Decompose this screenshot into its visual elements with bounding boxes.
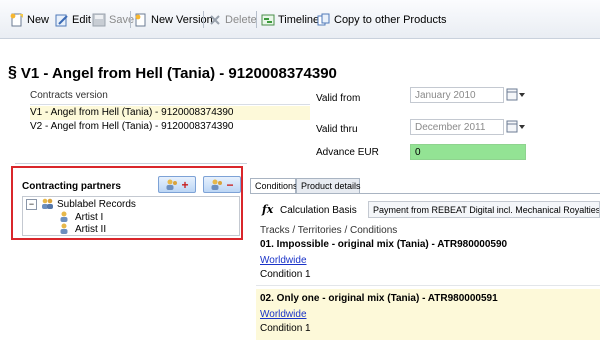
new-version-button[interactable]: New Version (134, 11, 213, 29)
new-button[interactable]: New (10, 11, 49, 29)
delete-button-label: Delete (225, 14, 257, 26)
copy-to-products-button[interactable]: Copy to other Products (317, 11, 447, 29)
valid-from-field[interactable]: January 2010 (410, 87, 504, 103)
divider (256, 285, 600, 286)
contracts-version-header: Contracts version (30, 88, 310, 105)
remove-partner-button[interactable]: − (203, 176, 241, 193)
advance-eur-label: Advance EUR (316, 147, 379, 158)
track-item: 02. Only one - original mix (Tania) - AT… (256, 289, 600, 340)
tree-node-label: Artist I (75, 211, 104, 223)
tree-node-artist[interactable]: Artist I (59, 211, 103, 223)
calendar-dropdown-button[interactable] (505, 87, 527, 103)
toolbar: New Edit Save New Version Delete Timelin… (0, 0, 600, 39)
contracts-version-row[interactable]: V1 - Angel from Hell (Tania) - 912000837… (30, 106, 310, 120)
save-button[interactable]: Save (92, 11, 134, 29)
tree-node-sublabel[interactable]: − Sublabel Records (26, 198, 136, 210)
valid-thru-label: Valid thru (316, 124, 358, 135)
calendar-icon (506, 88, 525, 101)
tab-conditions[interactable]: Conditions (250, 178, 298, 194)
function-icon: fx (262, 203, 274, 216)
toolbar-separator (256, 11, 257, 28)
page-title-text: V1 - Angel from Hell (Tania) - 912000837… (20, 64, 337, 82)
timeline-icon (261, 13, 275, 27)
timeline-button[interactable]: Timeline (261, 11, 319, 29)
tree-node-label: Sublabel Records (57, 198, 136, 210)
territory-link[interactable]: Worldwide (260, 309, 307, 320)
calendar-icon (506, 120, 525, 133)
delete-icon (208, 13, 222, 27)
copy-icon (317, 13, 331, 27)
minus-icon: − (226, 177, 234, 192)
track-item: 01. Impossible - original mix (Tania) - … (256, 237, 600, 283)
tree-node-label: Artist II (75, 223, 107, 235)
users-icon (166, 179, 178, 190)
calculation-basis-label: Calculation Basis (280, 205, 357, 216)
track-condition: Condition 1 (260, 323, 311, 334)
valid-thru-field[interactable]: December 2011 (410, 119, 504, 135)
page-title: § V1 - Angel from Hell (Tania) - 9120008… (8, 62, 337, 84)
track-title: 02. Only one - original mix (Tania) - AT… (260, 293, 498, 304)
tab-product-details[interactable]: Product details (296, 178, 361, 193)
plus-icon: + (181, 177, 189, 192)
section-icon: § (8, 64, 17, 81)
track-title: 01. Impossible - original mix (Tania) - … (260, 239, 508, 250)
timeline-button-label: Timeline (278, 14, 320, 26)
edit-button-label: Edit (72, 14, 91, 26)
copy-button-label: Copy to other Products (334, 14, 447, 26)
delete-button[interactable]: Delete (208, 11, 257, 29)
new-button-label: New (27, 14, 50, 26)
partners-tree: − Sublabel Records Artist I Artist II (22, 196, 240, 236)
calculation-basis-select[interactable]: Payment from REBEAT Digital incl. Mechan… (368, 201, 600, 218)
tree-node-artist[interactable]: Artist II (59, 223, 106, 235)
save-icon (92, 13, 106, 27)
contracting-partners-label: Contracting partners (22, 181, 121, 192)
users-icon (211, 179, 223, 190)
edit-button[interactable]: Edit (55, 11, 91, 29)
collapse-toggle-icon[interactable]: − (26, 198, 37, 210)
territory-link[interactable]: Worldwide (260, 255, 307, 266)
edit-icon (55, 13, 69, 27)
advance-eur-field[interactable]: 0 (410, 144, 526, 160)
person-icon (59, 211, 72, 223)
group-icon (41, 198, 54, 210)
valid-from-label: Valid from (316, 93, 361, 104)
toolbar-separator (203, 11, 204, 28)
person-icon (59, 223, 72, 235)
contracts-version-row[interactable]: V2 - Angel from Hell (Tania) - 912000837… (30, 120, 310, 134)
new-document-icon (10, 13, 24, 27)
add-partner-button[interactable]: + (158, 176, 196, 193)
contracts-version-list: Contracts version V1 - Angel from Hell (… (30, 88, 310, 148)
track-condition: Condition 1 (260, 269, 311, 280)
new-version-icon (134, 13, 148, 27)
toolbar-separator (130, 11, 131, 28)
calendar-dropdown-button[interactable] (505, 119, 527, 135)
tracks-header: Tracks / Territories / Conditions (260, 225, 398, 236)
